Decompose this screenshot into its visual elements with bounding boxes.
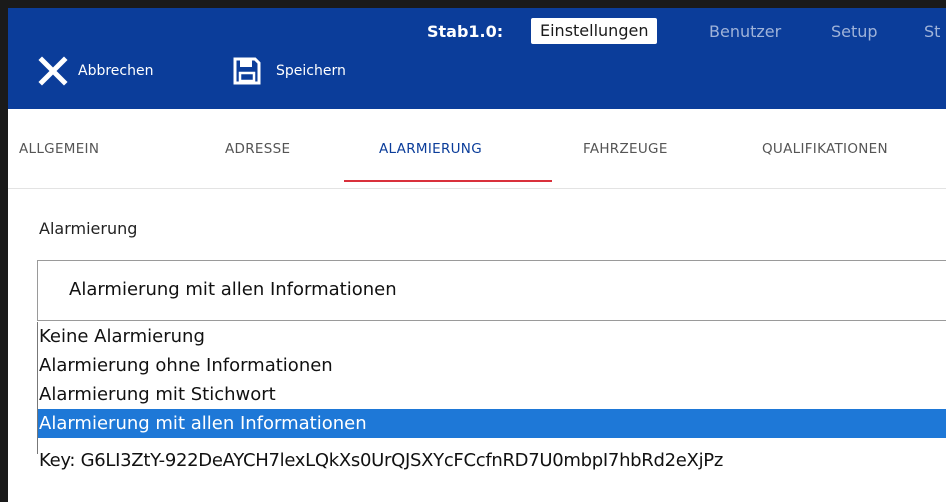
tab-allgemein[interactable]: ALLGEMEIN (19, 141, 99, 157)
app-brand: Stab1.0: (427, 22, 504, 41)
license-key-text: Key: G6LI3ZtY-922DeAYCH7lexLQkXs0UrQJSXY… (39, 450, 723, 471)
close-icon (38, 56, 68, 86)
nav-einstellungen[interactable]: Einstellungen (531, 18, 658, 44)
select-options-list: Keine Alarmierung Alarmierung ohne Infor… (37, 322, 946, 454)
app-window: Abbrechen Speichern Stab1.0: Einstellung… (8, 8, 946, 502)
cancel-button[interactable]: Abbrechen (38, 54, 153, 88)
tab-fahrzeuge[interactable]: FAHRZEUGE (583, 141, 668, 157)
save-label: Speichern (276, 63, 346, 79)
option-ohne-informationen[interactable]: Alarmierung ohne Informationen (38, 351, 946, 380)
active-tab-indicator (344, 180, 552, 182)
nav-more[interactable]: St (924, 22, 940, 41)
option-mit-allen-informationen[interactable]: Alarmierung mit allen Informationen (38, 409, 946, 438)
tab-adresse[interactable]: ADRESSE (225, 141, 290, 157)
option-keine-alarmierung[interactable]: Keine Alarmierung (38, 322, 946, 351)
app-header: Abbrechen Speichern Stab1.0: Einstellung… (8, 8, 946, 109)
save-button[interactable]: Speichern (232, 54, 346, 88)
alarmierung-select[interactable]: Alarmierung mit allen Informationen (37, 260, 946, 321)
tab-bar: ALLGEMEIN ADRESSE ALARMIERUNG FAHRZEUGE … (8, 109, 946, 189)
alarmierung-field-label: Alarmierung (39, 219, 138, 238)
option-mit-stichwort[interactable]: Alarmierung mit Stichwort (38, 380, 946, 409)
tab-alarmierung[interactable]: ALARMIERUNG (379, 141, 482, 157)
floppy-disk-icon (232, 56, 262, 86)
cancel-label: Abbrechen (78, 63, 154, 79)
tab-qualifikationen[interactable]: QUALIFIKATIONEN (762, 141, 888, 157)
nav-setup[interactable]: Setup (831, 22, 878, 41)
nav-benutzer[interactable]: Benutzer (709, 22, 781, 41)
select-current-value: Alarmierung mit allen Informationen (69, 279, 397, 300)
